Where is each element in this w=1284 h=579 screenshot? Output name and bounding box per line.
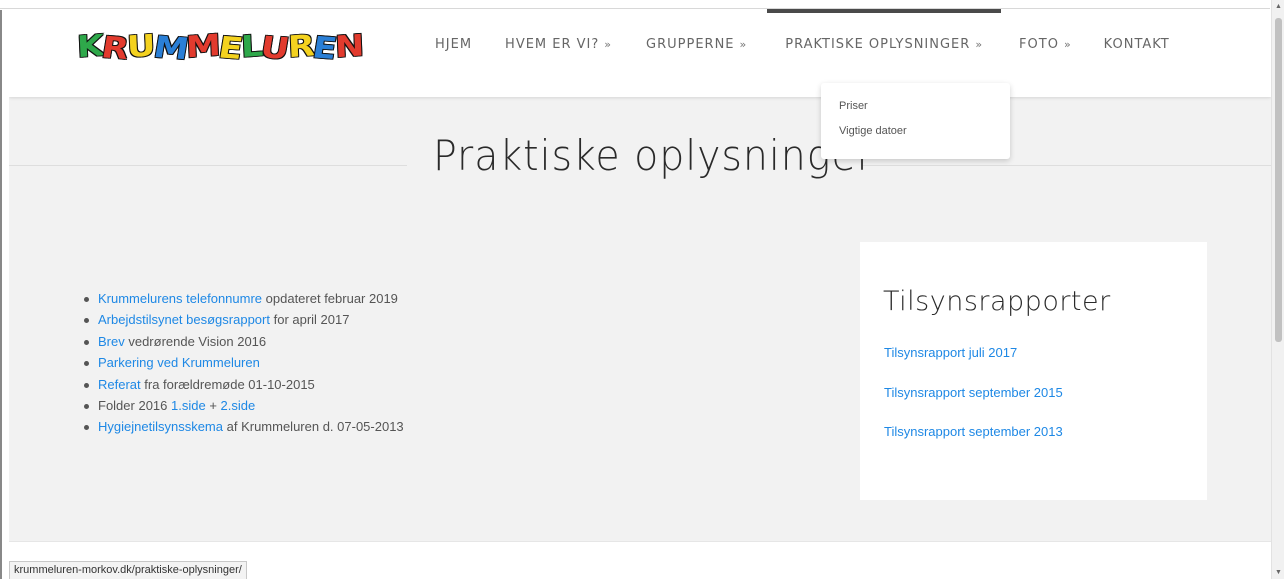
- logo-letter: U: [126, 29, 155, 65]
- nav-item-kontakt[interactable]: KONTAKT: [1104, 9, 1170, 97]
- scroll-up-arrow-icon[interactable]: ▲: [1272, 0, 1284, 13]
- chevron-down-icon: »: [975, 37, 984, 51]
- sidebar-link[interactable]: Tilsynsrapport september 2015: [884, 385, 1063, 400]
- logo-letter: U: [258, 30, 291, 67]
- scroll-down-arrow-icon[interactable]: ▼: [1272, 566, 1284, 579]
- logo-letter: M: [185, 28, 220, 66]
- sidebar-link[interactable]: Tilsynsrapport september 2013: [884, 424, 1063, 439]
- window-left-border: [0, 10, 2, 579]
- list-text: fra forældremøde 01-10-2015: [140, 376, 315, 392]
- praktiske-oplysninger-dropdown: Priser Vigtige datoer: [821, 83, 1010, 159]
- nav-label: FOTO: [1019, 36, 1059, 52]
- logo-letter: E: [216, 30, 244, 67]
- page-title: Praktiske oplysninger: [433, 131, 874, 180]
- dropdown-item-vigtige-datoer[interactable]: Vigtige datoer: [839, 125, 907, 137]
- tilsynsrapporter-box: Tilsynsrapporter Tilsynsrapport juli 201…: [860, 242, 1207, 500]
- dropdown-item-priser[interactable]: Priser: [839, 100, 868, 112]
- list-link[interactable]: Brev: [98, 334, 125, 349]
- vertical-scrollbar[interactable]: ▲ ▼: [1271, 0, 1284, 579]
- nav-label: PRAKTISKE OPLYSNINGER: [785, 36, 971, 52]
- logo-letter: M: [150, 30, 189, 67]
- list-text: +: [205, 398, 221, 414]
- chevron-down-icon: »: [739, 37, 748, 51]
- list-link[interactable]: Parkering ved Krummeluren: [98, 355, 260, 370]
- main-nav: HJEM HVEM ER VI? » GRUPPERNE » PRAKTISKE…: [419, 9, 1170, 97]
- info-list: Krummelurens telefonnumre opdateret febr…: [78, 288, 404, 438]
- list-text: Folder 2016: [98, 398, 171, 414]
- list-item: Arbejdstilsynet besøgsrapport for april …: [78, 309, 404, 330]
- title-divider-left: [9, 165, 407, 166]
- site-header: KRUMMELUREN HJEM HVEM ER VI? » GRUPPERNE…: [9, 9, 1271, 97]
- list-item: Folder 2016 1.side + 2.side: [78, 395, 404, 416]
- list-text: opdateret februar 2019: [262, 291, 398, 306]
- status-bar-url: krummeluren-morkov.dk/praktiske-oplysnin…: [9, 561, 247, 579]
- krummeluren-logo[interactable]: KRUMMELUREN: [76, 28, 363, 67]
- logo-letter: R: [287, 29, 314, 65]
- nav-label: GRUPPERNE: [646, 36, 735, 52]
- list-text: for april 2017: [269, 312, 350, 328]
- nav-item-hjem[interactable]: HJEM: [435, 9, 472, 97]
- list-link[interactable]: Hygiejnetilsynsskema: [98, 419, 223, 434]
- list-link[interactable]: Arbejdstilsynet besøgsrapport: [98, 312, 270, 327]
- nav-item-foto[interactable]: FOTO »: [1019, 9, 1072, 97]
- nav-item-grupperne[interactable]: GRUPPERNE »: [646, 9, 747, 97]
- title-divider-right: [861, 165, 1271, 166]
- nav-label: HVEM ER VI?: [505, 36, 600, 52]
- list-text: vedrørende Vision 2016: [124, 333, 267, 349]
- scroll-thumb[interactable]: [1275, 18, 1282, 342]
- list-item: Krummelurens telefonnumre opdateret febr…: [78, 288, 404, 309]
- chevron-down-icon: »: [604, 37, 613, 51]
- logo-letter: E: [309, 30, 338, 67]
- chevron-down-icon: »: [1063, 37, 1072, 51]
- list-link[interactable]: 1.side: [171, 398, 206, 413]
- list-item: Brev vedrørende Vision 2016: [78, 331, 404, 352]
- sidebar-link[interactable]: Tilsynsrapport juli 2017: [884, 345, 1017, 360]
- browser-viewport: KRUMMELUREN HJEM HVEM ER VI? » GRUPPERNE…: [9, 9, 1271, 579]
- logo-letter: R: [99, 30, 130, 67]
- nav-label: HJEM: [435, 36, 473, 52]
- list-link[interactable]: Krummelurens telefonnumre: [98, 291, 262, 306]
- list-text: af Krummeluren d. 07-05-2013: [223, 419, 404, 435]
- list-item: Referat fra forældremøde 01-10-2015: [78, 374, 404, 395]
- logo-letter: N: [334, 29, 363, 65]
- list-link[interactable]: Referat: [98, 377, 141, 392]
- list-link[interactable]: 2.side: [221, 398, 256, 413]
- nav-item-hvem-er-vi[interactable]: HVEM ER VI? »: [505, 9, 612, 97]
- list-item: Hygiejnetilsynsskema af Krummeluren d. 0…: [78, 416, 404, 437]
- list-item: Parkering ved Krummeluren: [78, 352, 404, 373]
- nav-label: KONTAKT: [1103, 36, 1170, 52]
- sidebar-title: Tilsynsrapporter: [883, 286, 1111, 317]
